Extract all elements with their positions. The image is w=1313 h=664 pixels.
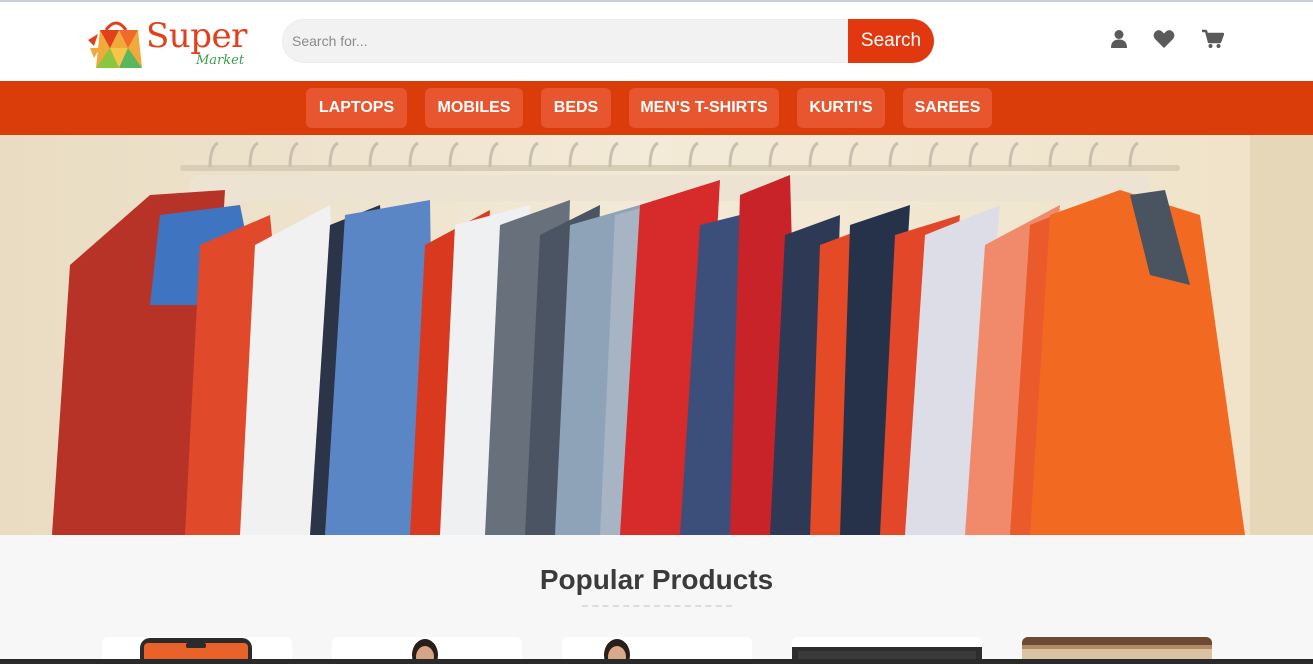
search-bar: Search [282,19,934,63]
section-title: Popular Products [539,564,774,595]
heart-icon[interactable] [1153,29,1175,51]
nav-item-laptops[interactable]: LAPTOPS [306,88,407,128]
search-input[interactable] [283,20,850,62]
brand-logo[interactable]: Super Market [88,16,258,72]
nav-item-sarees[interactable]: SAREES [903,88,992,128]
nav-item-mens-tshirts[interactable]: MEN'S T-SHIRTS [629,88,779,128]
brand-name: Super [146,16,247,56]
page-bottom-edge [0,659,1313,664]
nav-item-beds[interactable]: BEDS [541,88,611,128]
brand-tagline: Market [196,53,245,68]
site-header: Super Market Search [0,0,1313,81]
search-button[interactable]: Search [848,19,934,63]
shopping-bag-logo-icon [88,21,142,68]
hero-banner[interactable] [0,135,1313,535]
hero-banner-image [0,135,1313,535]
cart-icon[interactable] [1202,29,1225,51]
popular-products-section: Popular Products [0,535,1313,664]
user-icon[interactable] [1109,29,1131,51]
category-nav: LAPTOPS MOBILES BEDS MEN'S T-SHIRTS KURT… [0,81,1313,135]
title-divider [582,605,732,607]
nav-item-mobiles[interactable]: MOBILES [425,88,523,128]
nav-item-kurtis[interactable]: KURTI'S [797,88,885,128]
